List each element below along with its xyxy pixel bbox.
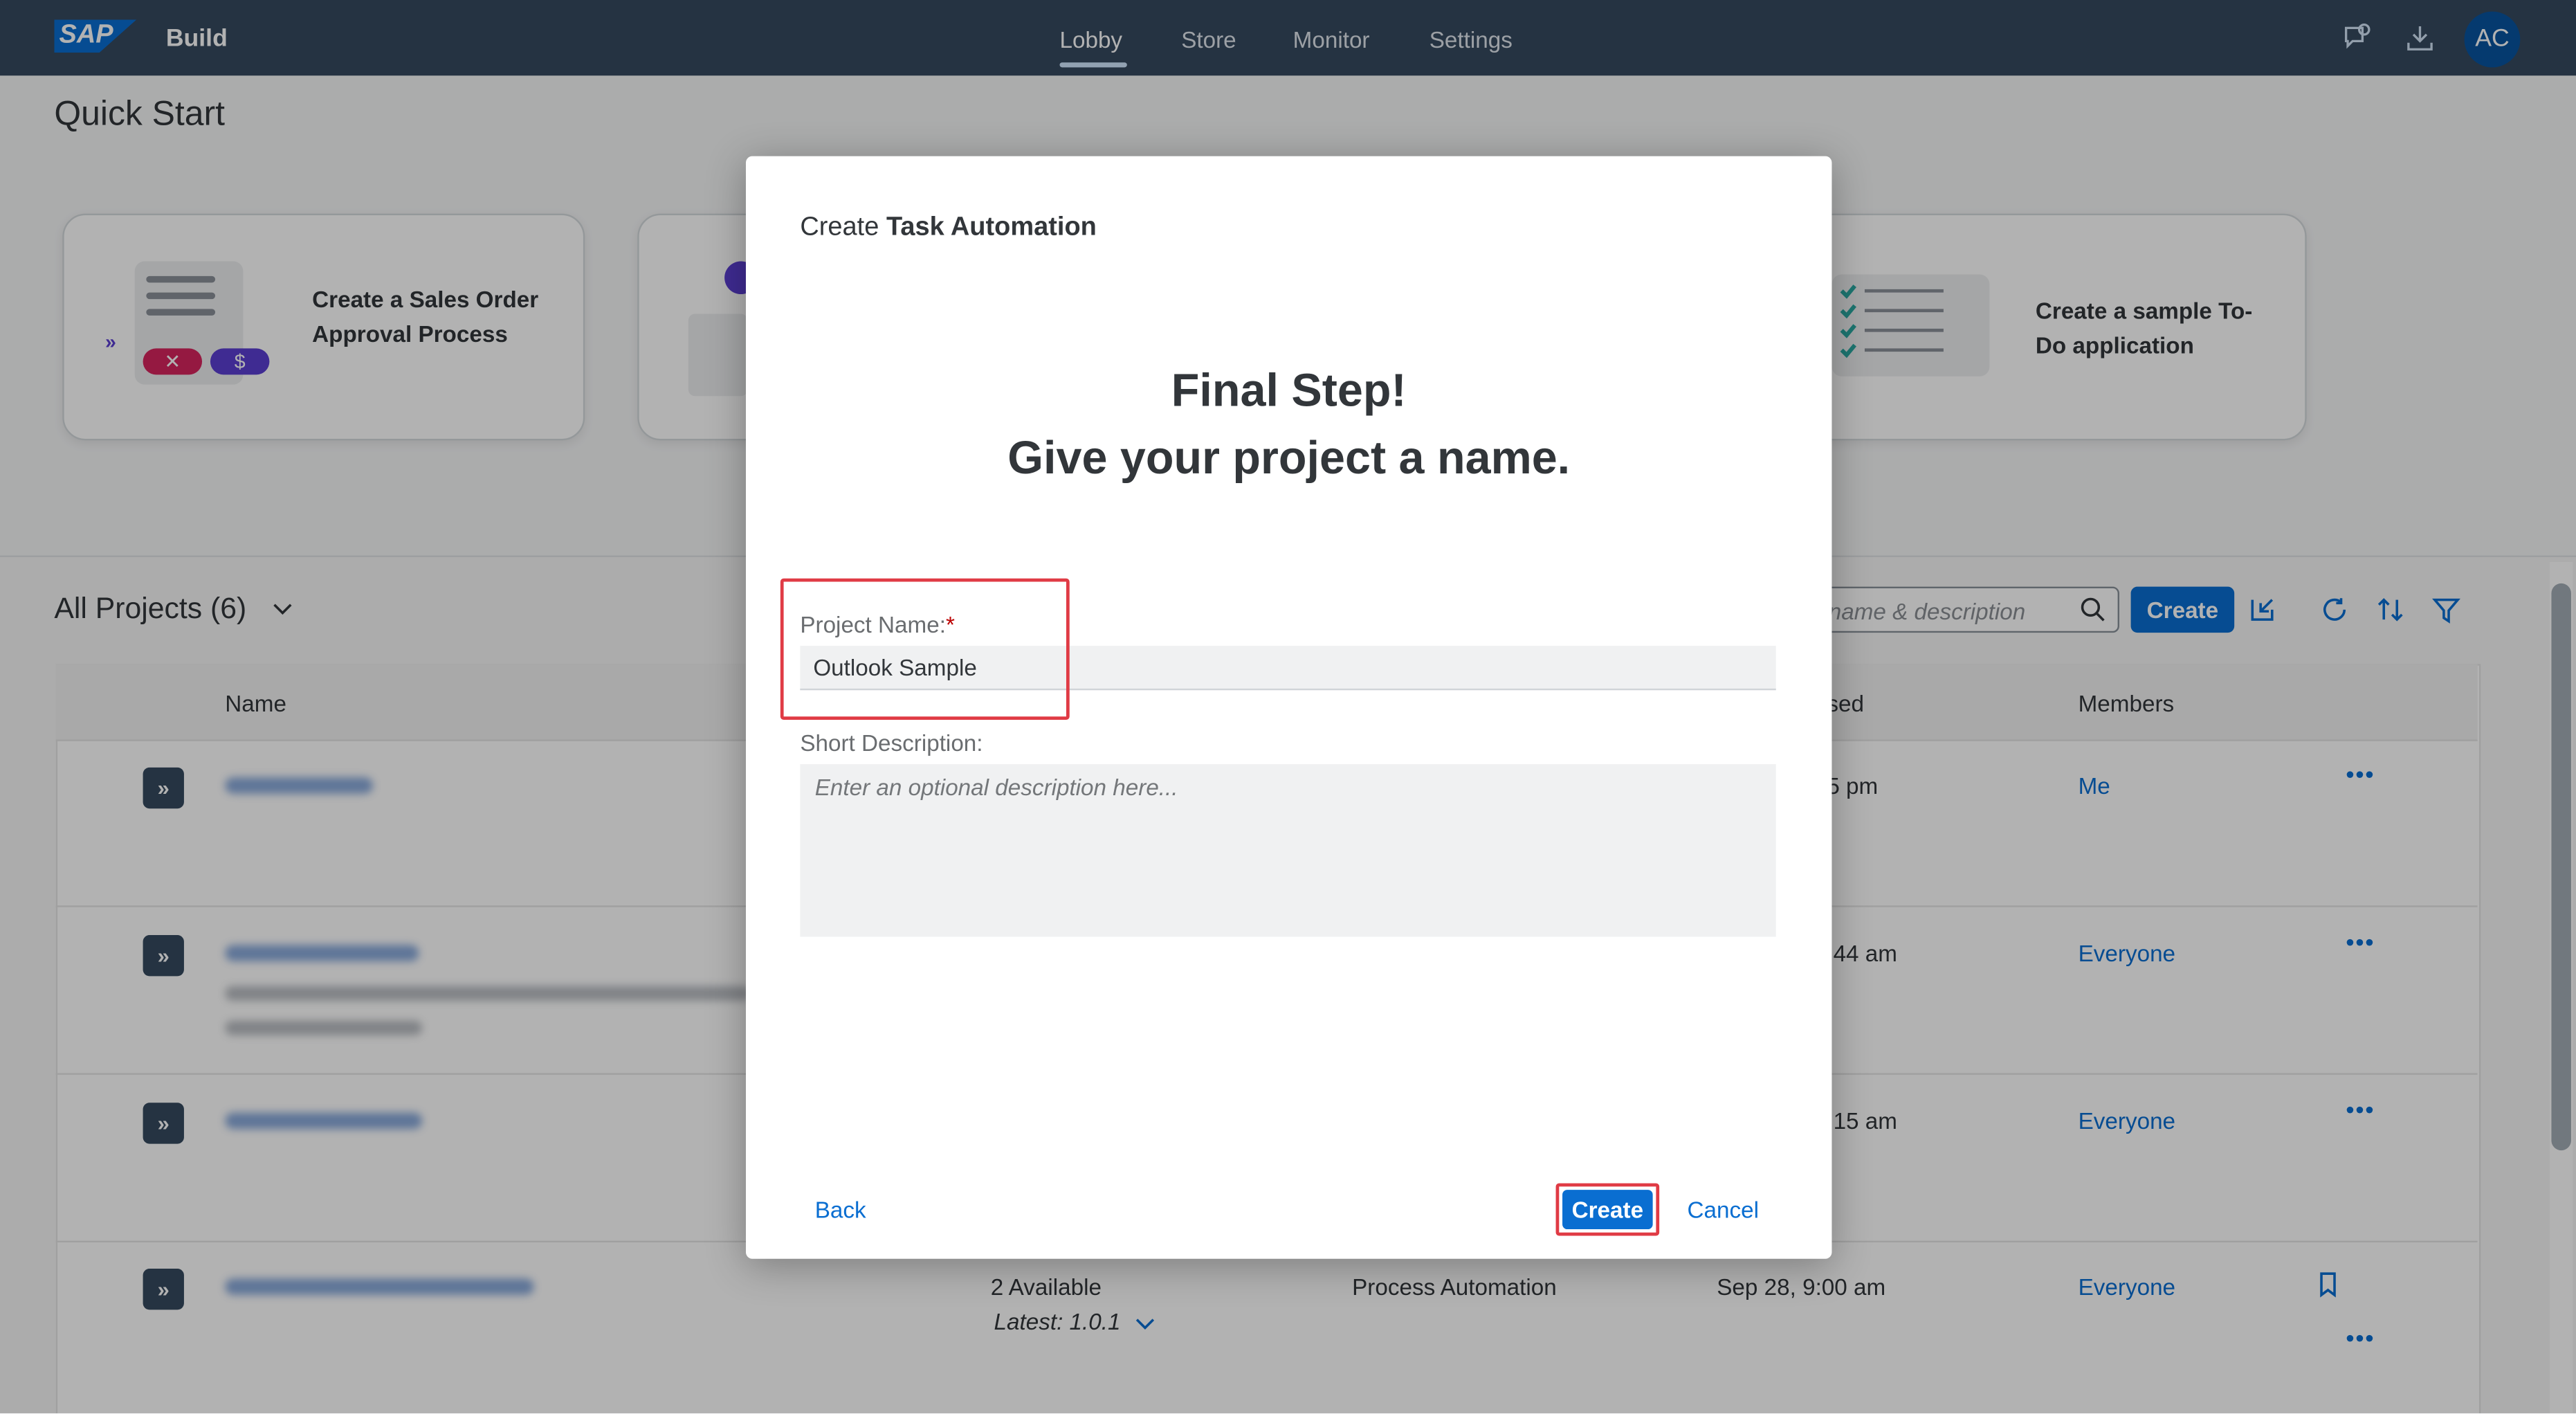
dialog-title-bold: Task Automation [886,213,1097,242]
back-button[interactable]: Back [815,1197,866,1223]
dialog-title: Create Task Automation [800,214,1097,244]
highlight-project-name [780,578,1070,720]
app-window: SAP Build Lobby Store Monitor Settings A… [0,0,2576,1413]
dialog-title-prefix: Create [800,213,879,242]
name-project-heading: Give your project a name. [1007,432,1571,484]
cancel-button[interactable]: Cancel [1688,1197,1760,1223]
short-description-label: Short Description: [800,729,983,756]
highlight-create-button [1555,1183,1660,1236]
final-step-heading: Final Step! [1171,365,1407,416]
short-description-textarea[interactable]: Enter an optional description here... [800,764,1776,937]
